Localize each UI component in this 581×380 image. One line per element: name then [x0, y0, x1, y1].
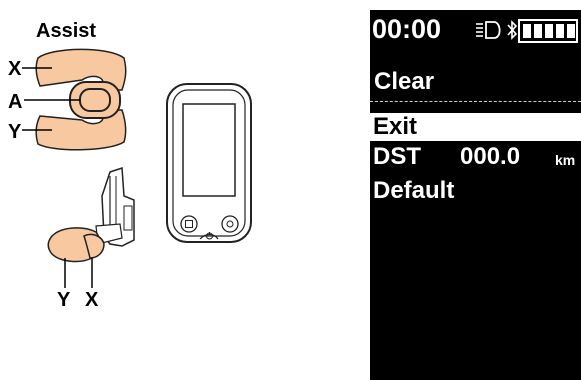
status-bar: 00:00 — [370, 10, 581, 50]
menu-item-dst-label: DST — [373, 143, 421, 170]
dst-value: 000.0 — [460, 143, 521, 170]
device-screen — [182, 103, 236, 197]
battery-icon — [518, 19, 578, 43]
menu-item-exit-label: Exit — [373, 113, 418, 140]
handlebar-switch-unit — [95, 166, 135, 247]
header-divider — [370, 101, 581, 102]
switch-diagram: Assist X A Y Y X — [8, 20, 252, 311]
display-screen: 00:00 Clear Exit DST 000.0 km Default — [370, 10, 581, 380]
light-icon — [476, 21, 501, 39]
switch-y-label: Y — [8, 121, 22, 143]
cycle-computer-device — [166, 83, 252, 243]
switch-x-label: X — [8, 58, 22, 80]
switch-a-button[interactable] — [79, 88, 111, 112]
clock: 00:00 — [372, 14, 442, 44]
switch-a-label: A — [8, 91, 22, 113]
menu-item-default-label: Default — [373, 177, 455, 204]
menu-item-exit[interactable]: Exit — [370, 113, 581, 141]
bluetooth-icon — [507, 20, 518, 40]
switch-diagram-panel: Assist X A Y Y X — [0, 0, 360, 380]
dst-unit: km — [555, 152, 576, 168]
assist-label: Assist — [36, 20, 96, 42]
device-left-button[interactable] — [180, 215, 198, 233]
lower-y-label: Y — [57, 289, 71, 311]
screen-header: Clear — [374, 68, 435, 95]
device-right-button[interactable] — [221, 215, 239, 233]
menu-item-dst[interactable]: DST 000.0 km — [370, 143, 581, 171]
menu-item-default[interactable]: Default — [370, 177, 581, 205]
lower-x-label: X — [85, 289, 99, 311]
